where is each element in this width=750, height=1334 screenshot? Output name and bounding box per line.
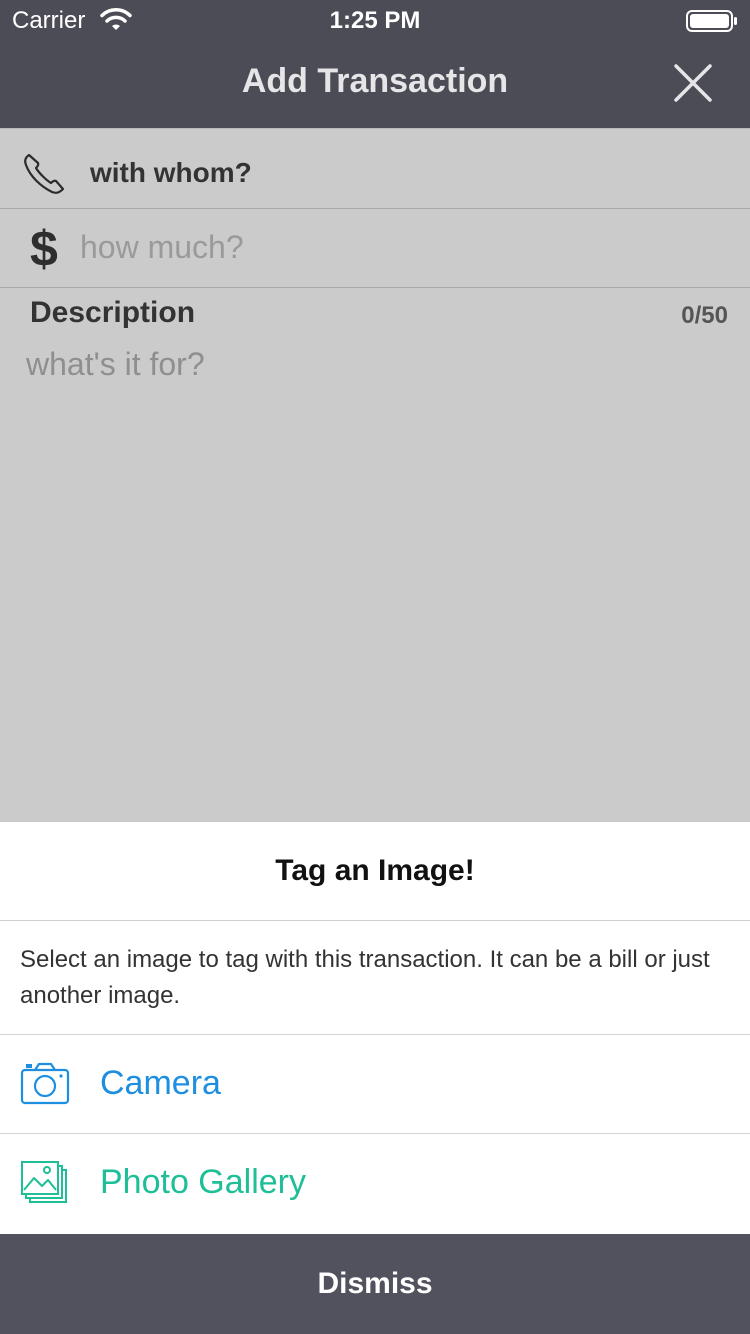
status-time: 1:25 PM — [329, 7, 421, 34]
photo-gallery-icon — [21, 1161, 67, 1203]
sheet-message: Select an image to tag with this transac… — [20, 946, 710, 1009]
sheet-title: Tag an Image! — [0, 822, 750, 921]
camera-label: Camera — [100, 1064, 221, 1102]
amount-row: $ — [0, 208, 750, 288]
description-label: Description — [30, 296, 196, 329]
description-input[interactable] — [24, 344, 728, 788]
navigation-bar: Carrier 1:25 PM Add Transaction — [0, 0, 750, 128]
page-title: Add Transaction — [241, 62, 509, 100]
status-bar: Carrier 1:25 PM — [0, 0, 750, 40]
camera-icon — [20, 1062, 70, 1105]
photo-gallery-option[interactable]: Photo Gallery — [0, 1133, 750, 1232]
with-whom-label: with whom? — [90, 157, 252, 188]
with-whom-row[interactable]: with whom? — [0, 128, 750, 209]
dollar-icon: $ — [30, 221, 58, 277]
photo-gallery-label: Photo Gallery — [100, 1163, 306, 1201]
amount-input[interactable] — [78, 226, 682, 268]
phone-icon — [24, 153, 65, 194]
description-counter: 0/50 — [681, 302, 728, 329]
dismiss-button[interactable]: Dismiss — [0, 1234, 750, 1334]
camera-option[interactable]: Camera — [0, 1034, 750, 1133]
battery-icon — [686, 10, 737, 32]
close-icon[interactable] — [668, 58, 718, 108]
